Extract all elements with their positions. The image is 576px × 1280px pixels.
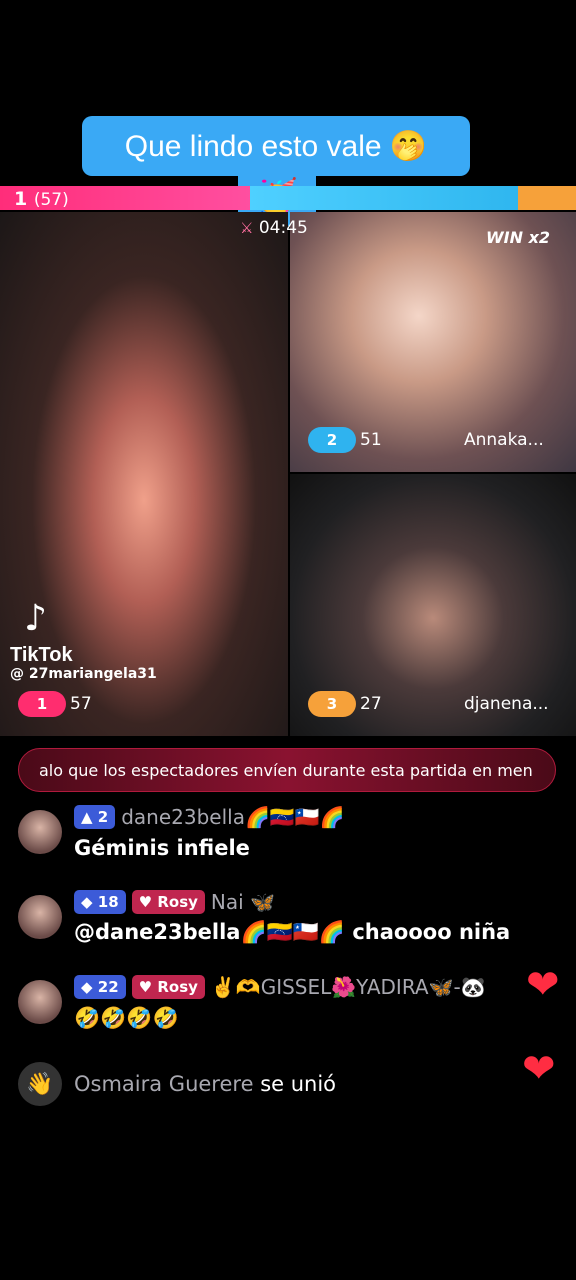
host-2-rank: 2 — [308, 427, 356, 453]
timer-icon: ⚔ — [240, 219, 254, 237]
score-segment-2 — [250, 186, 518, 210]
host-3-name[interactable]: djanena... — [464, 694, 549, 714]
level-badge: ◆ 18 — [74, 890, 126, 914]
level-value: 2 — [97, 808, 109, 826]
comment-username[interactable]: dane23bella🌈🇻🇪🇨🇱🌈 — [121, 805, 344, 829]
tiktok-username: @ 27mariangela31 — [10, 666, 157, 682]
wave-icon: 👋 — [18, 1062, 62, 1106]
join-notice: Osmaira Guerere se unió — [74, 1072, 336, 1096]
fan-badge: ♥ Rosy — [131, 890, 205, 914]
comment-message: Géminis infiele — [74, 836, 250, 860]
heart-icon: ❤ — [526, 962, 560, 1008]
heart-icon: ❤ — [522, 1046, 556, 1092]
level-value: 22 — [97, 978, 119, 996]
comment-3-header: ◆ 22 ♥ Rosy ✌️🫶GISSEL🌺YADIRA🦋-🐼 — [74, 975, 486, 999]
avatar[interactable] — [18, 810, 62, 854]
level-icon: ◆ — [81, 978, 93, 996]
host-3-rank: 3 — [308, 691, 356, 717]
win-streak: WIN x2 — [486, 228, 551, 247]
battle-score-bar — [0, 186, 576, 210]
comment-username[interactable]: Nai 🦋 — [211, 890, 275, 914]
comment-username[interactable]: ✌️🫶GISSEL🌺YADIRA🦋-🐼 — [211, 975, 486, 999]
host-3-score: 27 — [360, 694, 382, 714]
joined-action: se unió — [260, 1072, 337, 1096]
tiktok-logo-icon: ♪ — [24, 598, 47, 639]
level-icon: ▲ — [81, 808, 93, 826]
comment-1-header: ▲ 2 dane23bella🌈🇻🇪🇨🇱🌈 — [74, 805, 345, 829]
tiktok-brand: TikTok — [10, 644, 73, 666]
left-score-value: (57) — [33, 190, 69, 210]
level-badge: ◆ 22 — [74, 975, 126, 999]
level-value: 18 — [97, 893, 119, 911]
fan-badge-label: Rosy — [157, 978, 198, 996]
avatar[interactable] — [18, 980, 62, 1024]
left-rank: 1 — [14, 188, 28, 210]
fan-badge: ♥ Rosy — [131, 975, 205, 999]
comment-message: 🤣🤣🤣🤣 — [74, 1006, 179, 1030]
gift-info-banner[interactable]: alo que los espectadores envíen durante … — [18, 748, 556, 792]
host-2-score: 51 — [360, 430, 382, 450]
comment-message: @dane23bella🌈🇻🇪🇨🇱🌈 chaoooo niña — [74, 920, 511, 944]
joined-username[interactable]: Osmaira Guerere — [74, 1072, 254, 1096]
level-icon: ◆ — [81, 893, 93, 911]
level-badge: ▲ 2 — [74, 805, 116, 829]
heart-badge-icon: ♥ — [138, 978, 153, 996]
caption-text: Que lindo esto vale 🤭 — [124, 129, 428, 163]
banner-text: alo que los espectadores envíen durante … — [39, 760, 533, 780]
battle-timer: ⚔ 04:45 — [240, 218, 308, 238]
comment-2-header: ◆ 18 ♥ Rosy Nai 🦋 — [74, 890, 275, 914]
left-score: 1 (57) — [14, 188, 69, 210]
heart-badge-icon: ♥ — [138, 893, 153, 911]
avatar[interactable] — [18, 895, 62, 939]
caption-bubble: Que lindo esto vale 🤭 — [82, 116, 470, 176]
host-2-name[interactable]: Annaka... — [464, 430, 544, 450]
timer-value: 04:45 — [258, 218, 308, 238]
score-segment-3 — [518, 186, 576, 210]
fan-badge-label: Rosy — [157, 893, 198, 911]
host-1-rank: 1 — [18, 691, 66, 717]
host-1-score: 57 — [70, 694, 92, 714]
